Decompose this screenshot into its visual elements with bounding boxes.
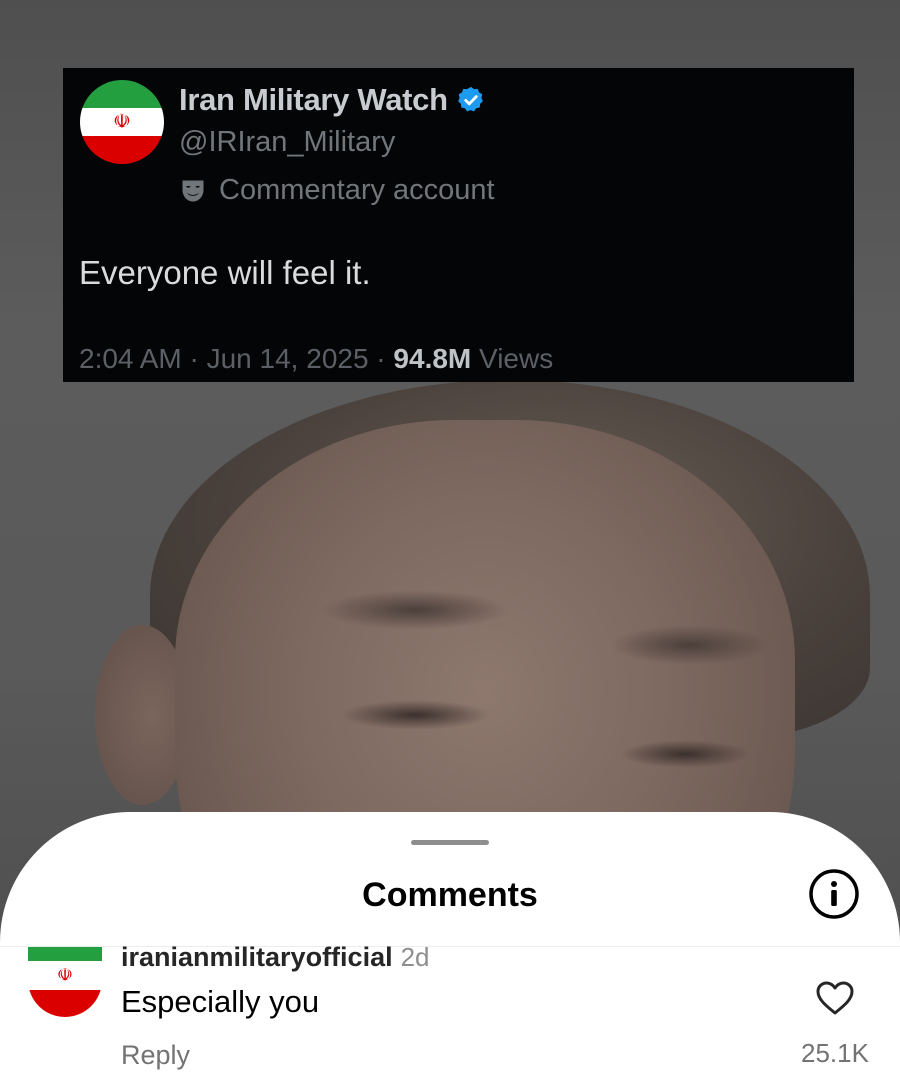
iran-emblem-icon: ☫ bbox=[113, 110, 131, 133]
tweet-meta: 2:04 AM · Jun 14, 2025 · 94.8M Views bbox=[79, 343, 553, 375]
person-eye-left bbox=[340, 700, 490, 730]
tweet-timestamp: 2:04 AM · Jun 14, 2025 · bbox=[79, 343, 394, 374]
commenter-avatar[interactable]: ☫ bbox=[28, 947, 102, 1017]
tweet-views-count: 94.8M bbox=[393, 343, 472, 374]
tweet-card: ☫ Iran Military Watch @IRIran_Military C… bbox=[63, 68, 854, 382]
account-label: Commentary account bbox=[219, 174, 495, 206]
tweet-text: Everyone will feel it. bbox=[79, 254, 371, 291]
tweet-handle: @IRIran_Military bbox=[179, 126, 396, 158]
comments-title: Comments bbox=[362, 876, 538, 914]
tweet-views-label: Views bbox=[471, 343, 554, 374]
heart-icon[interactable] bbox=[815, 980, 855, 1016]
comment-author[interactable]: iranianmilitaryofficial bbox=[121, 942, 393, 972]
account-label-row: Commentary account bbox=[179, 174, 495, 207]
comment-text: Especially you bbox=[121, 984, 320, 1019]
tweet-display-name: Iran Military Watch bbox=[179, 82, 448, 117]
tweet-avatar: ☫ bbox=[80, 80, 164, 164]
person-eye-right bbox=[620, 740, 750, 768]
comment-time: 2d bbox=[400, 942, 430, 972]
reply-button[interactable]: Reply bbox=[121, 1040, 190, 1071]
person-brow-right bbox=[610, 625, 770, 665]
verified-badge-icon bbox=[457, 86, 483, 112]
comment-header: iranianmilitaryofficial 2d bbox=[121, 942, 430, 973]
person-brow-left bbox=[320, 590, 510, 630]
iran-emblem-icon: ☫ bbox=[56, 965, 74, 986]
tweet-name-row: Iran Military Watch bbox=[179, 82, 486, 118]
info-icon[interactable] bbox=[808, 868, 860, 920]
theater-mask-icon bbox=[182, 180, 204, 201]
like-count: 25.1K bbox=[801, 1038, 869, 1068]
sheet-drag-handle[interactable] bbox=[411, 840, 489, 845]
comments-sheet: Comments ☫ iranianmilitaryofficial 2d Esp… bbox=[0, 812, 900, 1092]
